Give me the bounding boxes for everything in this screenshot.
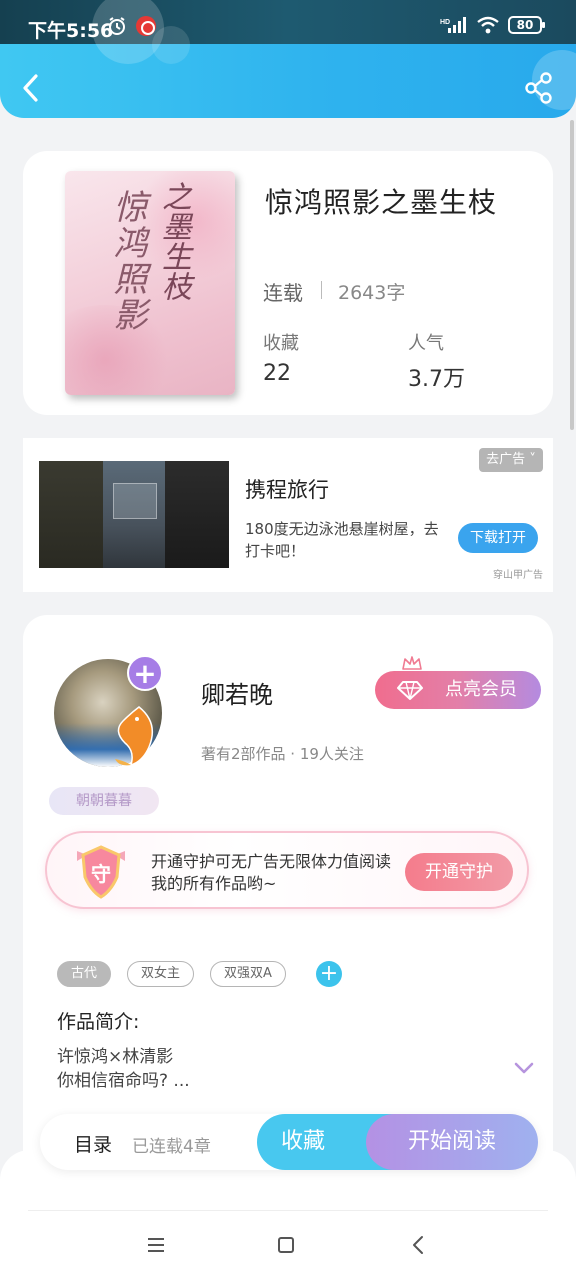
app-notification-icon (136, 16, 156, 36)
share-icon[interactable] (524, 72, 554, 104)
battery-icon: 80 (508, 16, 545, 34)
popularity-label: 人气 (408, 333, 444, 354)
book-info-card: 惊鸿照影 之墨生枝 惊鸿照影之墨生枝 连载 2643字 收藏 22 人气 3.7… (23, 151, 553, 415)
favorites-value: 22 (263, 361, 291, 386)
word-count: 2643字 (338, 282, 406, 304)
remove-ad-button[interactable]: 去广告 ˅ (479, 448, 543, 472)
remove-ad-label: 去广告 (486, 452, 526, 467)
action-bar: 目录 已连载4章 收藏 开始阅读 (40, 1114, 538, 1170)
ad-source: 穿山甲广告 (493, 570, 543, 581)
start-reading-button[interactable]: 开始阅读 (366, 1114, 538, 1170)
ad-description: 180度无边泳池悬崖树屋，去打卡吧！ (245, 520, 439, 560)
intro-line: 许惊鸿×林清影 (57, 1047, 174, 1067)
book-cover[interactable]: 惊鸿照影 之墨生枝 (65, 171, 235, 395)
ad-title: 携程旅行 (245, 478, 329, 502)
tag-list: 古代 双女主 双强双A + (57, 961, 342, 987)
back-nav-icon[interactable] (412, 1235, 424, 1255)
divider (28, 1210, 548, 1211)
author-card: + 朝朝暮暮 卿若晚 著有2部作品 · 19人关注 点亮会员 守 开通守护可无广… (23, 615, 553, 1195)
divider (321, 281, 322, 299)
intro-line: 你相信宿命吗? ... (57, 1071, 190, 1091)
chevron-down-icon: ˅ (525, 452, 536, 467)
toc-button[interactable]: 目录 (74, 1130, 112, 1157)
chapter-count: 已连载4章 (132, 1137, 211, 1157)
menu-icon[interactable] (147, 1237, 165, 1253)
popularity-value: 3.7万 (408, 367, 465, 392)
svg-text:HD: HD (440, 19, 450, 26)
status-indicators: HD 80 (440, 16, 545, 34)
vip-label: 点亮会员 (445, 679, 517, 700)
follow-plus-button[interactable]: + (127, 655, 163, 691)
tag-item[interactable]: 双女主 (127, 961, 195, 987)
guard-text: 开通守护可无广告无限体力值阅读我的所有作品哟~ (151, 852, 392, 893)
chevron-left-icon[interactable] (18, 70, 44, 106)
header-bar: 下午5:56 HD 80 (0, 0, 576, 118)
diamond-icon (397, 681, 423, 700)
cover-title-2: 之墨生枝 (156, 181, 191, 301)
svg-text:守: 守 (91, 862, 111, 886)
add-tag-button[interactable]: + (315, 961, 342, 987)
favorites-label: 收藏 (263, 333, 299, 354)
book-title: 惊鸿照影之墨生枝 (265, 186, 498, 219)
crown-icon (402, 656, 422, 670)
chevron-down-icon[interactable] (513, 1061, 535, 1075)
tag-item[interactable]: 古代 (57, 961, 112, 987)
ad-image[interactable] (39, 461, 229, 568)
book-status: 连载 (263, 281, 303, 305)
alarm-icon (109, 17, 125, 35)
tag-item[interactable]: 双强双A (210, 961, 286, 987)
signal-icon: HD (440, 17, 466, 33)
ad-banner[interactable]: 去广告 ˅ 携程旅行 180度无边泳池悬崖树屋，去打卡吧！ 下载打开 穿山甲广告 (23, 438, 553, 592)
decor-bubble (152, 26, 190, 64)
intro-label: 作品简介: (57, 1011, 140, 1033)
shield-icon: 守 (77, 845, 125, 899)
open-guard-button[interactable]: 开通守护 (405, 853, 513, 891)
author-name[interactable]: 卿若晚 (201, 675, 273, 710)
scrollbar[interactable] (570, 120, 574, 430)
intro-text: 许惊鸿×林清影 你相信宿命吗? ... (57, 1045, 190, 1093)
author-tag: 朝朝暮暮 (49, 787, 159, 815)
guard-banner: 守 开通守护可无广告无限体力值阅读我的所有作品哟~ 开通守护 (45, 831, 529, 909)
vip-button[interactable]: 点亮会员 (375, 671, 541, 709)
cover-title-1: 惊鸿照影 (107, 189, 147, 333)
wifi-icon (477, 16, 499, 34)
koi-fish-decoration (115, 706, 154, 767)
ad-download-button[interactable]: 下载打开 (458, 523, 538, 553)
status-time: 下午5:56 (28, 20, 114, 42)
home-icon[interactable] (278, 1237, 294, 1253)
author-meta: 著有2部作品 · 19人关注 (201, 745, 364, 763)
